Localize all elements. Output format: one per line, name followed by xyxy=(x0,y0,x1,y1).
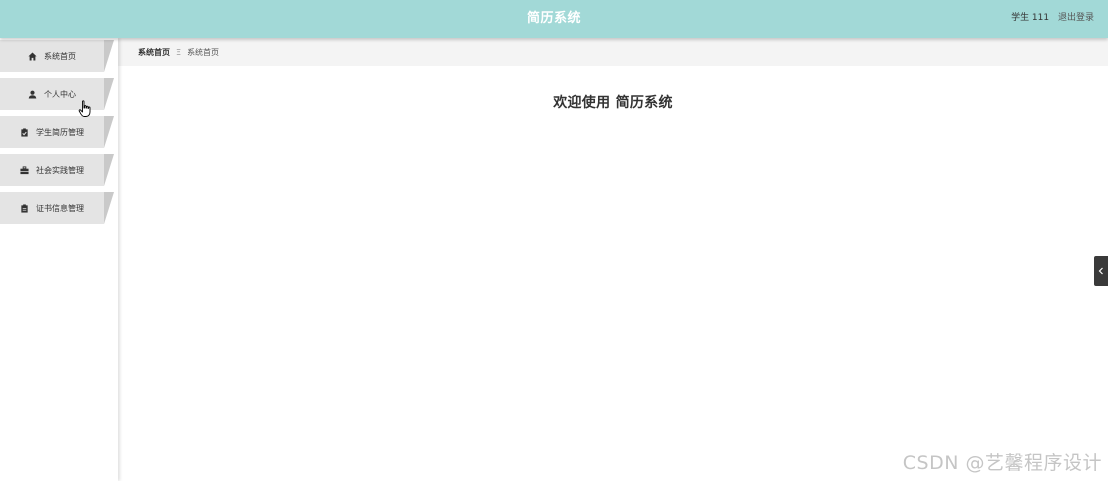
clipboard-icon xyxy=(21,127,28,137)
sidebar-item-home[interactable]: 系统首页 xyxy=(0,40,114,72)
sidebar-item-label: 系统首页 xyxy=(44,51,76,61)
document-icon xyxy=(21,203,28,213)
sidebar-item-social-practice[interactable]: 社会实践管理 xyxy=(0,154,114,186)
sidebar-item-resume-management[interactable]: 学生简历管理 xyxy=(0,116,114,148)
user-area: 学生 111 退出登录 xyxy=(1011,0,1094,38)
top-header: 简历系统 学生 111 退出登录 xyxy=(0,0,1108,38)
hand-pointer-cursor-icon xyxy=(78,100,91,117)
sidebar: 系统首页 个人中心 学生简历管理 社会实践管理 证书信息管理 xyxy=(0,38,118,481)
sidebar-item-label: 个人中心 xyxy=(44,89,76,99)
sidebar-item-label: 学生简历管理 xyxy=(36,127,84,137)
sidebar-item-personal-center[interactable]: 个人中心 xyxy=(0,78,114,110)
sidebar-item-certificate-management[interactable]: 证书信息管理 xyxy=(0,192,114,224)
briefcase-icon xyxy=(20,165,29,174)
sidebar-item-label: 社会实践管理 xyxy=(36,165,84,175)
chevron-left-icon xyxy=(1098,267,1103,275)
watermark: CSDN @艺馨程序设计 xyxy=(902,452,1102,474)
breadcrumb-separator: Ξ xyxy=(176,47,182,57)
app-title: 简历系统 xyxy=(526,11,581,26)
home-icon xyxy=(28,51,37,61)
sidebar-item-label: 证书信息管理 xyxy=(36,203,84,213)
user-name: 学生 111 xyxy=(1011,13,1050,23)
logout-link[interactable]: 退出登录 xyxy=(1058,13,1094,23)
breadcrumb: 系统首页 Ξ 系统首页 xyxy=(118,38,1108,66)
breadcrumb-current: 系统首页 xyxy=(187,47,220,57)
welcome-heading: 欢迎使用 简历系统 xyxy=(553,95,673,111)
user-icon xyxy=(28,90,37,99)
breadcrumb-home[interactable]: 系统首页 xyxy=(138,47,170,58)
side-panel-toggle[interactable] xyxy=(1094,256,1108,286)
